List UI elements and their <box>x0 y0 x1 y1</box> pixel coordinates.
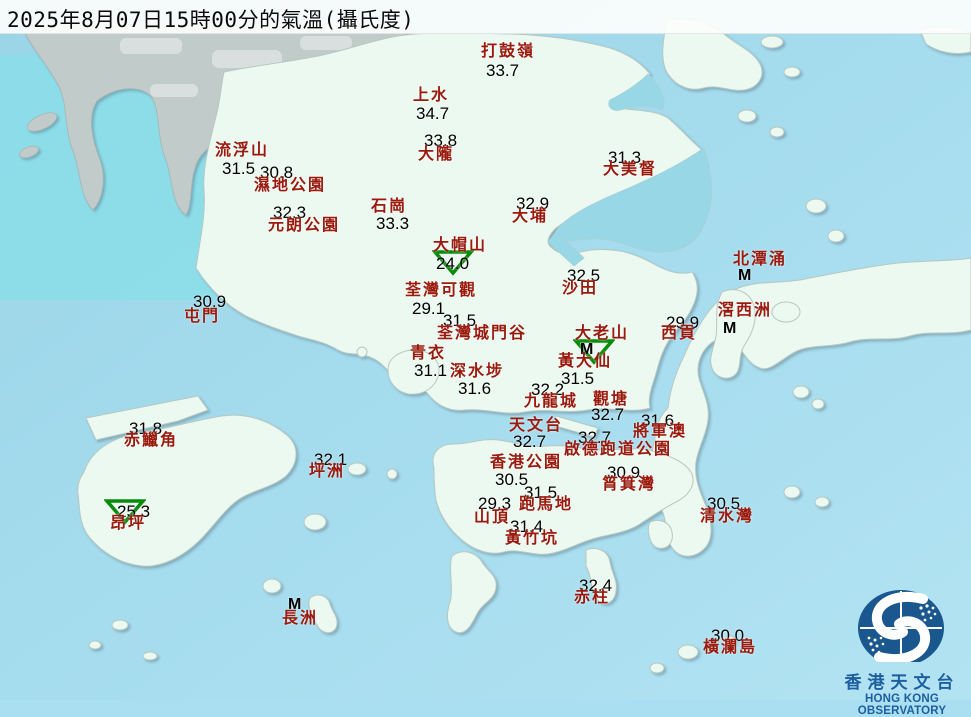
station-name-label: 將軍澳 <box>633 423 688 440</box>
station-name-label: 荃灣城門谷 <box>437 325 528 342</box>
station-value-label: 31.1 <box>414 361 448 380</box>
station-name-label: 沙田 <box>562 280 599 297</box>
station-name-label: 長洲 <box>282 610 319 627</box>
station-value-label: 32.7 <box>513 432 547 451</box>
station-name-label: 大隴 <box>418 146 455 163</box>
station-labels-layer: 33.7 打鼓嶺 34.7 上水 33.8 大隴 31.3 大美督 31.5 流浮山 30.8 濕地公… <box>0 0 971 700</box>
station-value-label: 33.7 <box>486 61 520 80</box>
station-name-label: 黃大仙 <box>558 353 613 370</box>
station-value-label: 34.7 <box>416 104 450 123</box>
station-name-label: 大美督 <box>603 161 658 178</box>
station-name-label: 流浮山 <box>215 142 270 159</box>
station-name-label: 荃灣可觀 <box>405 282 478 299</box>
station-name-label: 黃竹坑 <box>505 530 560 547</box>
map-title: 2025年8月07日15時00分的氣溫(攝氏度) <box>7 8 415 32</box>
station-value-label: 24.0 <box>436 254 470 273</box>
station-name-label: 深水埗 <box>450 363 505 380</box>
station-name-label: 清水灣 <box>700 508 755 525</box>
station-value-label: M <box>723 320 737 337</box>
station-name-label: 北潭涌 <box>733 251 788 268</box>
station-name-label: 西貢 <box>661 325 698 342</box>
station-name-label: 屯門 <box>184 308 221 325</box>
station-name-label: 啟德跑道公園 <box>564 441 673 458</box>
station-name-label: 赤鱲角 <box>124 432 179 449</box>
station-name-label: 濕地公園 <box>254 177 327 194</box>
station-value-label: 29.1 <box>412 299 446 318</box>
station-value-label: 33.3 <box>376 214 410 233</box>
station-value-label: 31.5 <box>561 369 595 388</box>
station-value-label: 31.5 <box>222 159 256 178</box>
station-name-label: 石崗 <box>371 198 408 215</box>
title-bar: 2025年8月07日15時00分的氣溫(攝氏度) <box>0 0 971 34</box>
temperature-map-page: { "title": "2025年8月07日15時00分的氣溫(攝氏度)", "… <box>0 0 971 717</box>
station-name-label: 筲箕灣 <box>602 476 657 493</box>
station-name-label: 天文台 <box>509 417 564 434</box>
station-value-label: 31.6 <box>458 379 492 398</box>
station-name-label: 上水 <box>413 87 450 104</box>
station-name-label: 赤柱 <box>574 589 611 606</box>
station-name-label: 橫瀾島 <box>703 639 758 656</box>
station-name-label: 大老山 <box>575 325 630 342</box>
station-name-label: 青衣 <box>410 345 447 362</box>
station-name-label: 滘西洲 <box>718 302 773 319</box>
station-name-label: 坪洲 <box>309 463 346 480</box>
station-name-label: 大帽山 <box>433 237 488 254</box>
hko-logo-chinese-text: 香港天文台 <box>844 673 960 692</box>
station-name-label: 九龍城 <box>524 393 579 410</box>
station-value-label: M <box>738 267 752 284</box>
hko-logo: 香港天文台 HONG KONG OBSERVATORY <box>833 586 971 717</box>
station-name-label: 元朗公園 <box>268 217 341 234</box>
hko-logo-icon <box>858 590 944 666</box>
station-name-label: 山頂 <box>474 509 511 526</box>
station-name-label: 打鼓嶺 <box>481 43 536 60</box>
station-name-label: 觀塘 <box>593 391 630 408</box>
station-name-label: 昂坪 <box>110 515 147 532</box>
station-name-label: 香港公園 <box>490 454 563 471</box>
station-name-label: 跑馬地 <box>519 496 574 513</box>
station-name-label: 大埔 <box>512 208 549 225</box>
hko-logo-english-text: HONG KONG OBSERVATORY <box>857 693 947 717</box>
